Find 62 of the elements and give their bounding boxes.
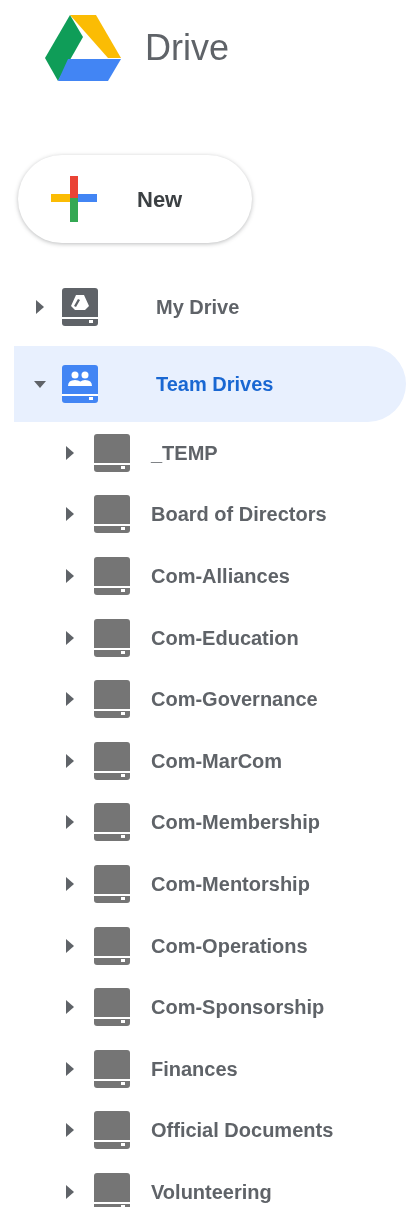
shared-drive-icon bbox=[94, 618, 130, 657]
caret-icon[interactable] bbox=[64, 1184, 76, 1199]
nav-label: _TEMP bbox=[151, 440, 218, 466]
shared-drive-icon bbox=[94, 864, 130, 903]
nav-item[interactable]: Com-Alliances bbox=[0, 545, 406, 607]
nav-label: Com-Mentorship bbox=[151, 871, 310, 897]
nav-label: Com-Alliances bbox=[151, 564, 290, 589]
shared-drive-icon bbox=[94, 741, 130, 780]
nav-item[interactable]: Board of Directors bbox=[0, 483, 406, 546]
nav-item[interactable]: Com-Operations bbox=[0, 914, 406, 977]
caret-icon[interactable] bbox=[34, 300, 46, 314]
plus-icon bbox=[51, 176, 97, 222]
caret-icon[interactable] bbox=[64, 815, 76, 830]
shared-drive-icon bbox=[94, 988, 130, 1027]
nav-label: My Drive bbox=[156, 295, 240, 320]
nav-label: Finances bbox=[151, 1056, 238, 1082]
shared-drive-icon bbox=[94, 433, 130, 472]
nav-item[interactable]: Volunteering bbox=[0, 1161, 406, 1207]
nav-item[interactable]: My Drive bbox=[14, 276, 406, 338]
team-drive-icon bbox=[62, 365, 98, 403]
caret-icon[interactable] bbox=[64, 938, 76, 953]
caret-icon[interactable] bbox=[64, 692, 76, 707]
nav-label: Com-MarCom bbox=[151, 748, 283, 774]
caret-icon[interactable] bbox=[64, 569, 76, 583]
caret-icon[interactable] bbox=[64, 1061, 76, 1076]
shared-drive-icon bbox=[94, 926, 130, 965]
nav-label: Official Documents bbox=[151, 1118, 334, 1144]
nav-item[interactable]: Finances bbox=[0, 1037, 406, 1100]
caret-icon[interactable] bbox=[64, 630, 76, 645]
shared-drive-icon bbox=[94, 557, 130, 595]
shared-drive-icon bbox=[94, 495, 130, 534]
drive-logo-icon bbox=[45, 14, 121, 81]
nav-label: Com-Sponsorship bbox=[151, 995, 325, 1021]
shared-drive-icon bbox=[94, 1111, 130, 1150]
nav-item[interactable]: Team Drives bbox=[14, 346, 406, 422]
nav-label: Com-Membership bbox=[151, 810, 320, 836]
shared-drive-icon bbox=[94, 803, 130, 842]
drive-icon bbox=[62, 288, 98, 326]
nav-item[interactable]: Com-Governance bbox=[0, 668, 406, 730]
nav-label: Com-Governance bbox=[151, 687, 318, 713]
caret-icon[interactable] bbox=[64, 507, 76, 522]
nav-item[interactable]: _TEMP bbox=[0, 422, 406, 484]
caret-icon[interactable] bbox=[64, 876, 76, 891]
nav-label: Com-Education bbox=[151, 625, 299, 651]
shared-drive-icon bbox=[94, 1049, 130, 1088]
nav-item[interactable]: Com-Sponsorship bbox=[0, 976, 406, 1038]
nav-label: Board of Directors bbox=[151, 502, 327, 528]
caret-icon[interactable] bbox=[64, 445, 76, 460]
nav-item[interactable]: Com-Membership bbox=[0, 791, 406, 854]
caret-icon[interactable] bbox=[64, 1000, 76, 1015]
nav-label: Volunteering bbox=[151, 1179, 272, 1205]
caret-icon[interactable] bbox=[64, 753, 76, 768]
nav-item[interactable]: Com-Education bbox=[0, 606, 406, 669]
nav-label: Team Drives bbox=[156, 372, 274, 397]
caret-icon[interactable] bbox=[64, 1123, 76, 1138]
app-title: Drive bbox=[145, 25, 229, 70]
nav-item[interactable]: Official Documents bbox=[0, 1099, 406, 1162]
new-button[interactable]: New bbox=[18, 155, 252, 243]
shared-drive-icon bbox=[94, 680, 130, 719]
nav-label: Com-Operations bbox=[151, 933, 308, 959]
nav-item[interactable]: Com-MarCom bbox=[0, 729, 406, 792]
nav-item[interactable]: Com-Mentorship bbox=[0, 853, 406, 915]
